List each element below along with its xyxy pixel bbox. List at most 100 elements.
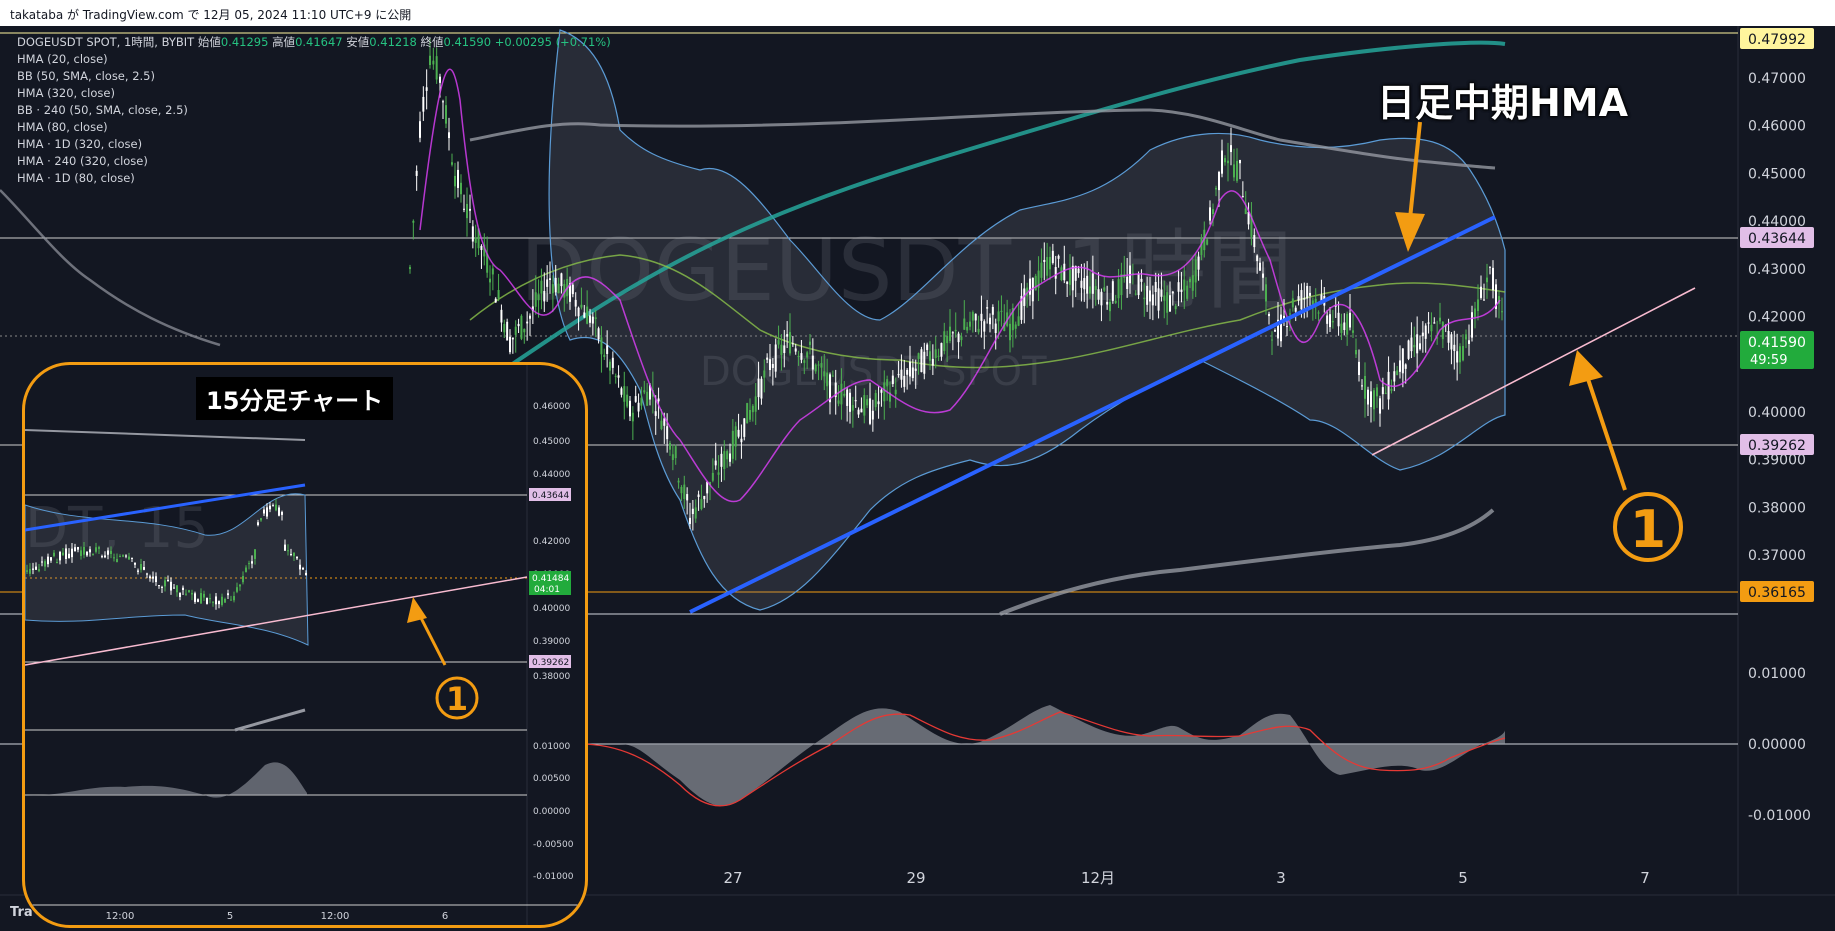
candle-body xyxy=(1111,281,1114,301)
inset-candle-body xyxy=(62,552,64,556)
candle-body xyxy=(714,460,717,466)
hma-1d-lower-line[interactable] xyxy=(999,508,1495,616)
candle-body xyxy=(754,396,757,412)
candle-body xyxy=(1043,259,1046,262)
inset-candle-body xyxy=(155,576,157,583)
candle-body xyxy=(1149,290,1151,302)
tradingview-logo-text: Tra xyxy=(10,905,33,920)
candle-body xyxy=(1373,390,1375,410)
time-axis[interactable]: 27 29 12月 3 5 7 xyxy=(723,869,1649,887)
legend-indicator[interactable]: HMA (20, close) xyxy=(17,51,611,68)
candle-body xyxy=(931,358,934,366)
candle-body xyxy=(689,517,691,524)
candle-body xyxy=(869,398,871,424)
inset-candle-body xyxy=(161,586,163,588)
candle-body xyxy=(994,323,997,334)
inset-price-badge-sub: 04:01 xyxy=(534,585,560,595)
candle-body xyxy=(666,426,669,440)
candle-body xyxy=(1421,332,1424,337)
inset-candle-body xyxy=(125,555,127,557)
inset-price-badge-label: 0.39262 xyxy=(532,658,569,668)
candle-body xyxy=(800,353,803,360)
candle-body xyxy=(1441,321,1444,340)
osc-tick-label: 0.00000 xyxy=(1748,737,1806,753)
candle-body xyxy=(877,401,880,405)
inset-candle-body xyxy=(38,569,40,572)
candle-body xyxy=(506,321,509,341)
inset-chart-svg: DT, 15 1 0.460000.450000.440000.420000.4… xyxy=(25,365,585,925)
legend-indicator[interactable]: HMA (80, close) xyxy=(17,119,611,136)
inset-osc-area xyxy=(25,762,307,798)
candle-body xyxy=(849,392,851,412)
candle-body xyxy=(743,418,746,437)
candle-body xyxy=(1094,286,1097,290)
inset-candle-body xyxy=(257,522,259,526)
inset-candle-body xyxy=(233,596,235,601)
candle-body xyxy=(840,383,843,405)
inset-price-tick: 0.42000 xyxy=(533,537,570,547)
inset-candle-body xyxy=(236,587,238,592)
candle-body xyxy=(1317,312,1320,314)
hma-240-line[interactable] xyxy=(0,189,221,347)
candle-body xyxy=(634,396,637,402)
osc-axis[interactable]: 0.01000 0.00000 -0.01000 xyxy=(1748,666,1811,824)
legend-indicator[interactable]: HMA · 240 (320, close) xyxy=(17,153,611,170)
candle-body xyxy=(1103,287,1106,291)
inset-candle-body xyxy=(152,576,154,579)
tradingview-logo[interactable]: Tra xyxy=(10,905,33,920)
candle-body xyxy=(1424,325,1427,339)
candle-body xyxy=(814,364,817,372)
legend-indicator[interactable]: HMA · 1D (320, close) xyxy=(17,136,611,153)
legend-high-label: 高値 xyxy=(272,35,296,49)
candle-body xyxy=(1262,273,1264,278)
candle-body xyxy=(1329,314,1331,328)
inset-candle-body xyxy=(194,593,196,602)
candle-body xyxy=(1300,290,1303,310)
candle-body xyxy=(1143,297,1146,300)
inset-candle-body xyxy=(239,584,241,587)
circle-label-1-text: 1 xyxy=(1630,500,1666,560)
candle-body xyxy=(1194,259,1197,283)
inset-candle-body xyxy=(83,546,85,555)
inset-gray-upper xyxy=(25,429,306,441)
legend-indicator[interactable]: BB · 240 (50, SMA, close, 2.5) xyxy=(17,102,611,119)
candle-body xyxy=(694,507,697,519)
candle-body xyxy=(954,329,957,332)
legend-low: 0.41218 xyxy=(369,35,417,49)
candle-body xyxy=(491,268,494,275)
legend-symbol: DOGEUSDT SPOT, 1時間, BYBIT xyxy=(17,35,195,49)
inset-candle-body xyxy=(290,553,292,555)
candle-body xyxy=(626,394,629,407)
inset-candle-body xyxy=(95,547,97,552)
candle-body xyxy=(1071,265,1074,291)
candle-body xyxy=(1215,187,1217,190)
legend-indicator[interactable]: HMA (320, close) xyxy=(17,85,611,102)
candle-body xyxy=(1291,298,1294,308)
legend-indicator[interactable]: HMA · 1D (80, close) xyxy=(17,170,611,187)
candle-body xyxy=(1361,385,1363,387)
chart-legend[interactable]: DOGEUSDT SPOT, 1時間, BYBIT 始値0.41295 高値0.… xyxy=(17,34,611,187)
candle-body xyxy=(963,318,966,330)
candle-body xyxy=(794,348,797,352)
candle-body xyxy=(654,411,657,416)
candle-body xyxy=(660,420,663,430)
candle-body xyxy=(671,454,674,461)
candle-body xyxy=(929,351,931,361)
candle-body xyxy=(1060,267,1063,281)
candle-body xyxy=(880,389,883,393)
candle-body xyxy=(591,316,594,324)
candle-body xyxy=(1501,311,1503,313)
candle-body xyxy=(1137,273,1140,296)
candle-body xyxy=(1029,278,1031,295)
inset-price-tick: 0.45000 xyxy=(533,437,570,447)
candle-body xyxy=(751,405,754,413)
inset-osc-tick: 0.01000 xyxy=(533,742,570,752)
candle-body xyxy=(711,472,714,481)
price-tick-label: 0.37000 xyxy=(1748,548,1806,564)
price-axis[interactable]: 0.470000.460000.450000.440000.430000.420… xyxy=(1748,71,1806,564)
candle-body xyxy=(1410,337,1413,352)
legend-indicator[interactable]: BB (50, SMA, close, 2.5) xyxy=(17,68,611,85)
candle-body xyxy=(674,446,677,459)
inset-candle-body xyxy=(164,580,166,587)
candle-body xyxy=(480,245,483,251)
